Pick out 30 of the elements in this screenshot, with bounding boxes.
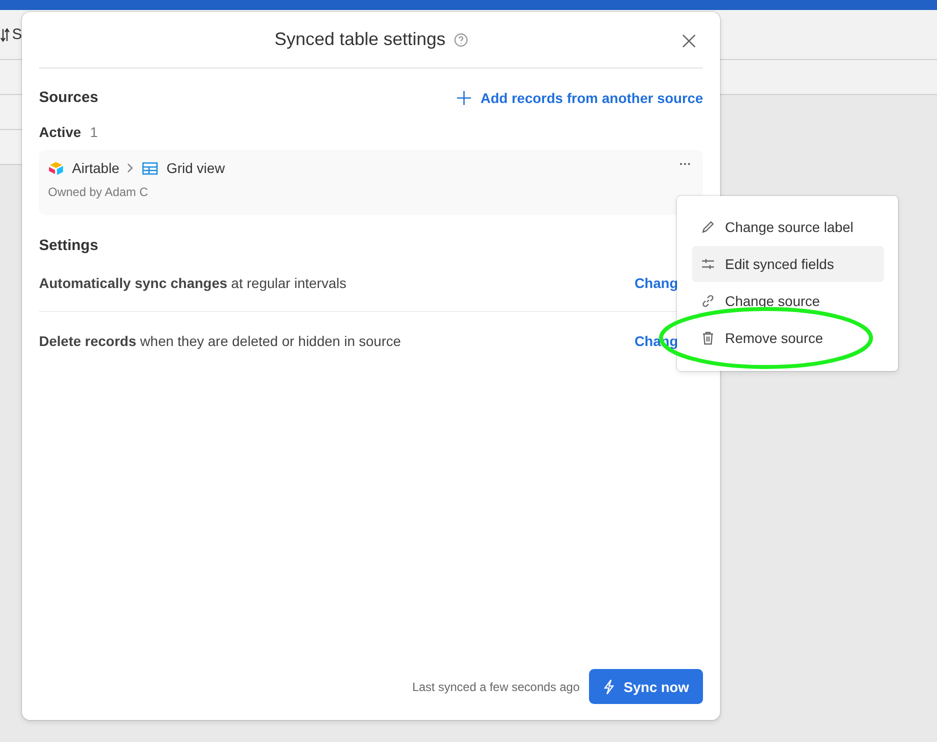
view-name: Grid view xyxy=(166,160,225,176)
base-name: Airtable xyxy=(72,160,120,176)
setting-text: Delete records when they are deleted or hidden in source xyxy=(39,333,401,349)
section-heading: Settings xyxy=(39,237,98,254)
grid-icon xyxy=(142,162,158,174)
toolbar-text: S xyxy=(12,26,22,43)
change-link[interactable]: Chang xyxy=(634,274,678,290)
setting-text: Automatically sync changes at regular intervals xyxy=(39,274,346,290)
dialog-title: Synced table settings xyxy=(274,29,446,50)
menu-item[interactable]: Change source xyxy=(692,283,884,319)
trash-icon xyxy=(701,331,715,345)
active-count: 1 xyxy=(90,124,98,140)
sort-icon xyxy=(0,28,10,42)
sliders-icon xyxy=(701,257,715,271)
chevron-right-icon xyxy=(127,163,134,173)
add-source-link[interactable]: Add records from another source xyxy=(456,90,703,106)
sync-now-button[interactable]: Sync now xyxy=(588,669,703,704)
pencil-icon xyxy=(701,220,715,234)
logo-icon xyxy=(48,162,64,174)
section-heading: Sources xyxy=(39,89,98,106)
menu-item[interactable]: Change source label xyxy=(692,209,884,245)
lightning-icon xyxy=(602,678,615,694)
plus-icon xyxy=(456,90,470,104)
help-icon xyxy=(454,32,468,46)
link-icon xyxy=(701,294,715,308)
active-label: Active xyxy=(39,124,82,140)
sync-status: Last synced a few seconds ago xyxy=(412,680,580,694)
menu-item[interactable]: Edit synced fields xyxy=(692,246,884,282)
owner-text: Owned by Adam C xyxy=(48,185,150,199)
menu-item[interactable]: Remove source xyxy=(692,320,884,356)
